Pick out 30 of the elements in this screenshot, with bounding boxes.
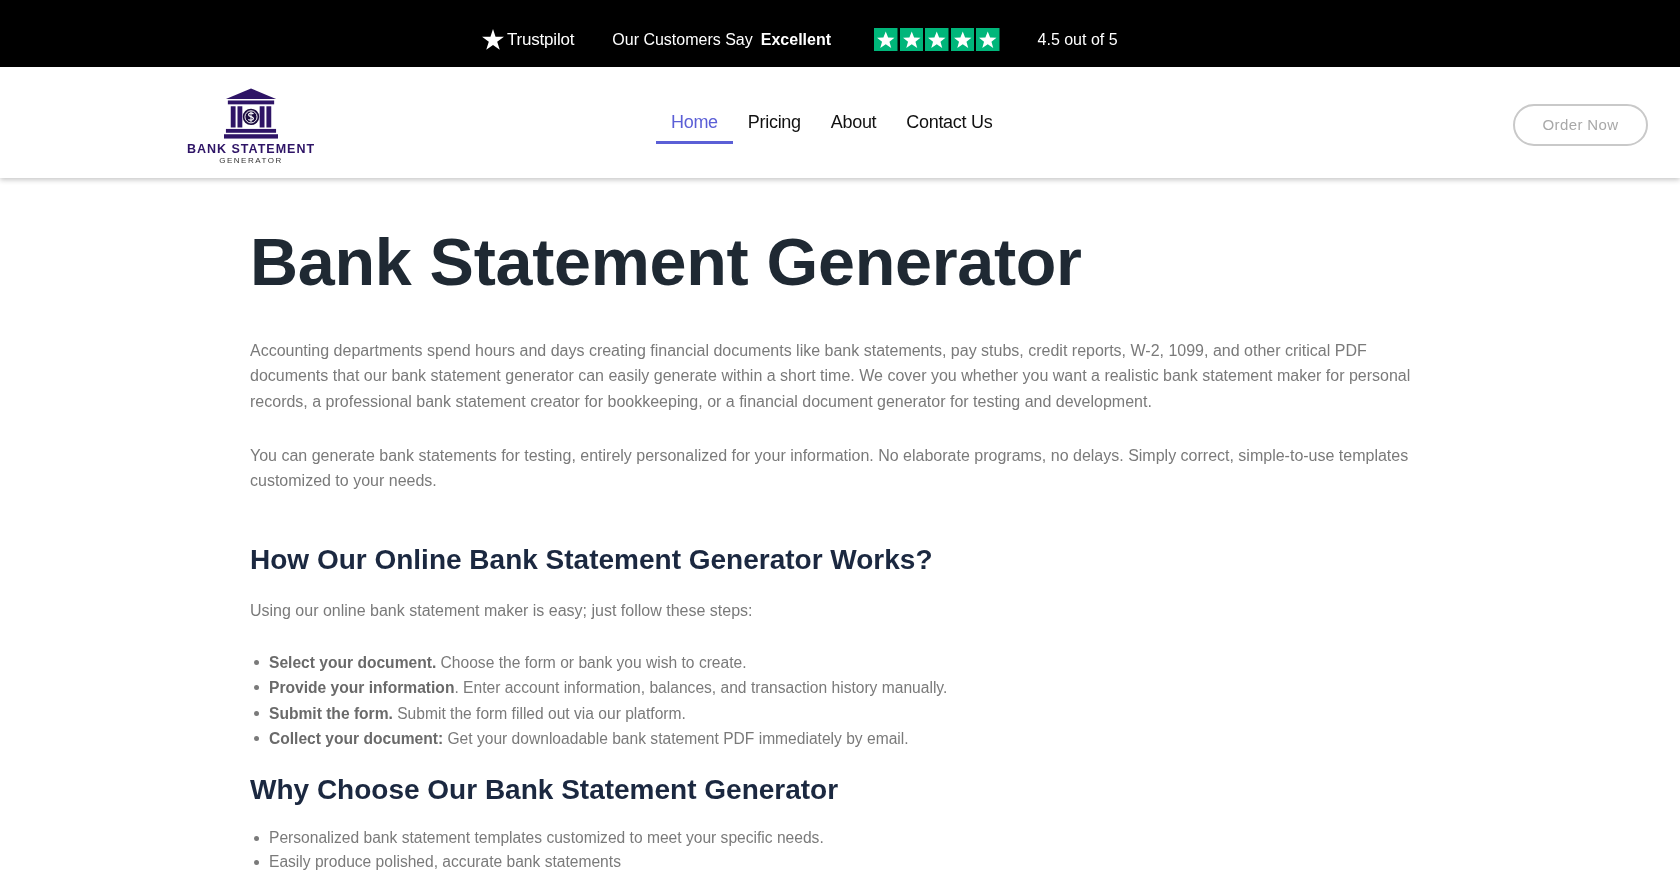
rating-score: 4.5 out of 5: [1037, 30, 1118, 49]
bullet-icon: [254, 659, 259, 665]
nav-link[interactable]: About: [815, 101, 892, 144]
list-item-text: Submit the form. Submit the form filled out via our platform.: [269, 703, 686, 724]
list-item-text: Select your document. Choose the form or bank you wish to create.: [269, 652, 747, 673]
list-item-text: Collect your document: Get your downloadable bank statement PDF immediately by email.: [269, 729, 909, 749]
star-icon: [482, 29, 504, 50]
section-heading: How Our Online Bank Statement Generator Works?: [250, 543, 933, 576]
bullet-icon: [254, 835, 259, 841]
bullet-icon: [254, 859, 259, 865]
bullet-icon: [254, 736, 259, 742]
list-item-text: Personalized bank statement templates customized to meet your specific needs.: [269, 828, 824, 848]
body-paragraph: You can generate bank statements for testing, entirely personalized for your information. No elaborate programs, no delays. Simply correct, simple-to-use templates customized to your needs.: [250, 445, 1410, 491]
nav-link[interactable]: Home: [656, 101, 733, 144]
bullet-icon: [254, 710, 259, 716]
intro-text: Using our online bank statement maker is easy; just follow these steps:: [250, 600, 753, 621]
page-title: Bank Statement Generator: [250, 224, 1082, 301]
list-item-text: Easily produce polished, accurate bank statements: [269, 852, 621, 872]
bullet-icon: [254, 685, 259, 691]
logo-title: BANK STATEMENT: [186, 142, 316, 156]
rating-word: Excellent: [760, 30, 832, 49]
bank-building-icon: [224, 88, 278, 139]
tagline: Our Customers Say: [612, 30, 753, 49]
section-heading: Why Choose Our Bank Statement Generator: [250, 773, 839, 806]
body-paragraph: Accounting departments spend hours and days creating financial documents like bank statements, pay stubs, credit reports, W-2, 1099, and other critical PDF documents that our bank statement generator can easily generate within a short time. We cover you whether you want a realistic bank statement maker for personal records, a professional bank statement creator for bookkeeping, or a financial document generator for testing and development.: [250, 340, 1412, 412]
nav-link[interactable]: Contact Us: [891, 101, 1008, 144]
logo-subtitle: GENERATOR: [219, 156, 283, 165]
list-item-text: Provide your information. Enter account information, balances, and transaction history manually.: [269, 678, 948, 698]
nav-link[interactable]: Pricing: [732, 101, 816, 144]
brand-name: Trustpilot: [507, 29, 575, 50]
